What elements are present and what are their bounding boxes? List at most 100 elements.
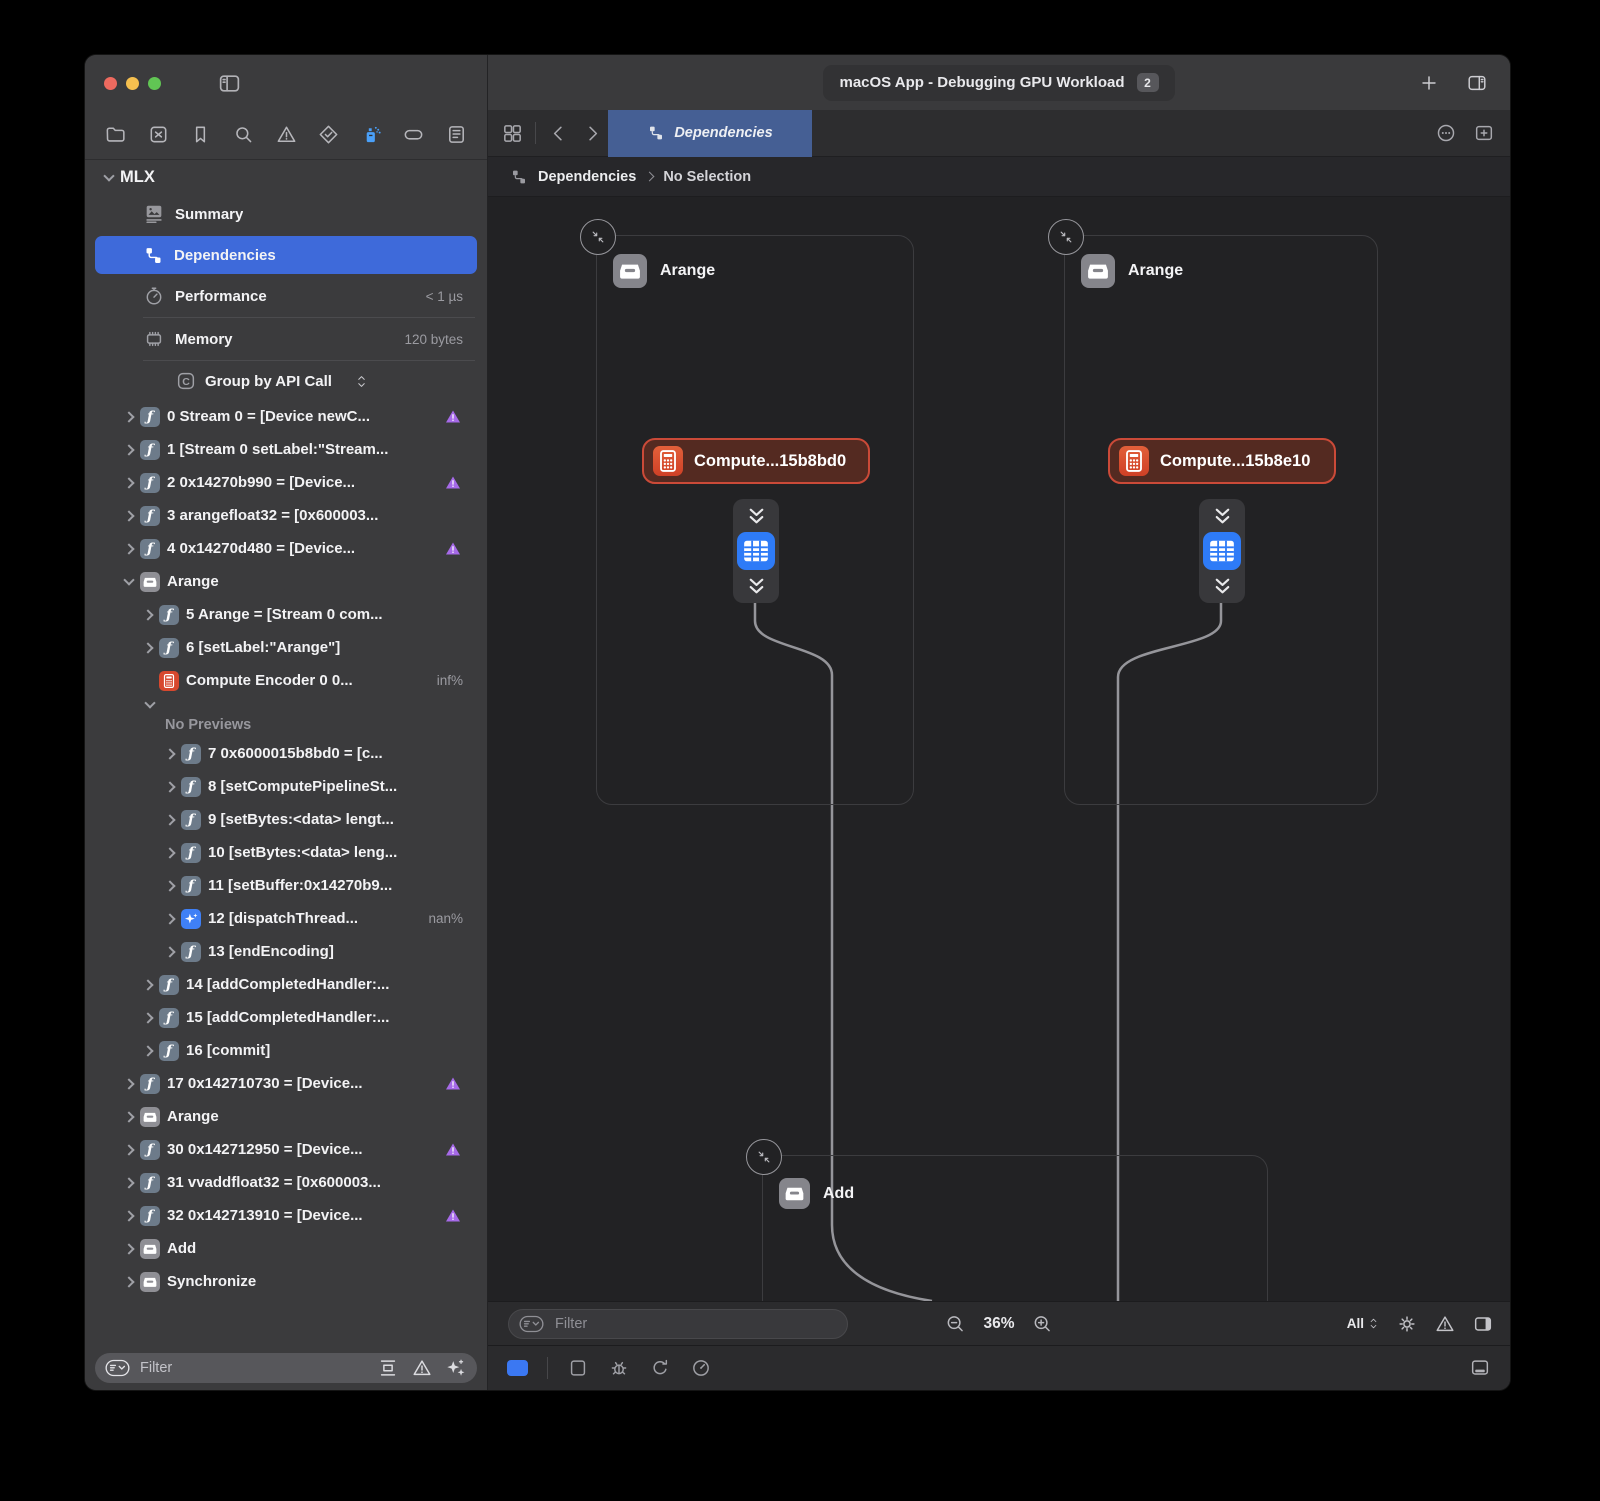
- settings-gear-icon[interactable]: [1396, 1313, 1418, 1335]
- search-navigator-icon[interactable]: [232, 123, 255, 146]
- disclosure-right-icon[interactable]: [164, 880, 175, 891]
- bookmark-navigator-icon[interactable]: [189, 123, 212, 146]
- counters-navigator-icon[interactable]: [147, 123, 170, 146]
- sidebar-tree-row[interactable]: ƒ2 0x14270b990 = [Device...: [85, 466, 487, 499]
- breadcrumb-item-dependencies[interactable]: Dependencies: [538, 169, 636, 185]
- filter-menu-icon[interactable]: [105, 1359, 130, 1377]
- test-navigator-icon[interactable]: [317, 123, 340, 146]
- sidebar-tree-row[interactable]: ƒ3 arangefloat32 = [0x600003...: [85, 499, 487, 532]
- report-navigator-icon[interactable]: [445, 123, 468, 146]
- collapse-group-button[interactable]: [746, 1139, 782, 1175]
- disclosure-right-icon[interactable]: [123, 510, 134, 521]
- disclosure-down-icon[interactable]: [103, 170, 114, 181]
- disclosure-right-icon[interactable]: [123, 1078, 134, 1089]
- back-chevron-icon[interactable]: [547, 122, 570, 145]
- disclosure-right-icon[interactable]: [123, 477, 134, 488]
- related-items-grid-icon[interactable]: [501, 122, 524, 145]
- disclosure-right-icon[interactable]: [123, 543, 134, 554]
- forward-chevron-icon[interactable]: [581, 122, 604, 145]
- sidebar-tree-row[interactable]: Arange: [85, 1100, 487, 1133]
- sidebar-tree-row[interactable]: 12 [dispatchThread...nan%: [85, 902, 487, 935]
- group-box-arange-right[interactable]: Arange Compute...15b8e10: [1064, 235, 1378, 805]
- disclosure-right-icon[interactable]: [123, 1111, 134, 1122]
- sidebar-tree-row[interactable]: ƒ5 Arange = [Stream 0 com...: [85, 598, 487, 631]
- sidebar-tree-row[interactable]: ƒ16 [commit]: [85, 1034, 487, 1067]
- sidebar-toggle-icon[interactable]: [217, 71, 242, 96]
- disclosure-right-icon[interactable]: [123, 1144, 134, 1155]
- sidebar-tree-row[interactable]: ƒ8 [setComputePipelineSt...: [85, 770, 487, 803]
- sidebar-tree-row[interactable]: ƒ30 0x142712950 = [Device...: [85, 1133, 487, 1166]
- sidebar-tree-row[interactable]: No Previews: [85, 712, 487, 737]
- refresh-capture-icon[interactable]: [649, 1357, 671, 1379]
- sidebar-group-mlx[interactable]: MLX: [85, 160, 487, 194]
- sidebar-tree-row[interactable]: [85, 697, 487, 712]
- group-box-arange-left[interactable]: Arange Compute...15b8bd0: [596, 235, 914, 805]
- group-box-add[interactable]: Add: [762, 1155, 1268, 1301]
- warning-filter-icon[interactable]: [411, 1357, 433, 1379]
- buffer-grid-icon[interactable]: [737, 532, 775, 570]
- graph-view-mode-button[interactable]: [507, 1360, 528, 1376]
- sidebar-tree-row[interactable]: ƒ17 0x142710730 = [Device...: [85, 1067, 487, 1100]
- disclosure-down-icon[interactable]: [123, 574, 134, 585]
- sidebar-item-summary[interactable]: Summary: [85, 194, 487, 234]
- sidebar-item-performance[interactable]: Performance< 1 µs: [85, 276, 487, 316]
- sidebar-tree-row[interactable]: ƒ32 0x142713910 = [Device...: [85, 1199, 487, 1232]
- sidebar-tree-row[interactable]: Add: [85, 1232, 487, 1265]
- sidebar-tree-row[interactable]: ƒ4 0x14270d480 = [Device...: [85, 532, 487, 565]
- sidebar-item-dependencies[interactable]: Dependencies: [95, 236, 477, 274]
- sidebar-tree-row[interactable]: ƒ6 [setLabel:"Arange"]: [85, 631, 487, 664]
- sidebar-tree-row[interactable]: ƒ7 0x6000015b8bd0 = [c...: [85, 737, 487, 770]
- sidebar-tree-row[interactable]: ƒ1 [Stream 0 setLabel:"Stream...: [85, 433, 487, 466]
- new-tab-plus-icon[interactable]: [1418, 72, 1440, 94]
- disclosure-right-icon[interactable]: [164, 781, 175, 792]
- flatten-view-toggle-icon[interactable]: [567, 1357, 589, 1379]
- disclosure-right-icon[interactable]: [123, 411, 134, 422]
- issues-warning-icon[interactable]: [1434, 1313, 1456, 1335]
- buffer-grid-icon[interactable]: [1203, 532, 1241, 570]
- sidebar-item-memory[interactable]: Memory120 bytes: [85, 319, 487, 359]
- debug-bug-icon[interactable]: [608, 1357, 630, 1379]
- disclosure-right-icon[interactable]: [123, 1243, 134, 1254]
- compute-encoder-node[interactable]: Compute...15b8e10: [1108, 438, 1336, 484]
- zoom-in-icon[interactable]: [1032, 1313, 1054, 1335]
- group-by-api-call-popup[interactable]: CGroup by API Call: [85, 362, 487, 400]
- disclosure-right-icon[interactable]: [164, 946, 175, 957]
- disclosure-right-icon[interactable]: [164, 748, 175, 759]
- disclosure-down-icon[interactable]: [144, 697, 155, 708]
- sparkles-icon[interactable]: [445, 1357, 467, 1379]
- issues-navigator-icon[interactable]: [275, 123, 298, 146]
- sidebar-filter-input[interactable]: [138, 1359, 369, 1377]
- disclosure-right-icon[interactable]: [123, 1276, 134, 1287]
- sidebar-tree-row[interactable]: Compute Encoder 0 0...inf%: [85, 664, 487, 697]
- disclosure-right-icon[interactable]: [142, 1012, 153, 1023]
- disclosure-right-icon[interactable]: [123, 1210, 134, 1221]
- add-editor-icon[interactable]: [1473, 122, 1495, 144]
- collapse-group-button[interactable]: [580, 219, 616, 255]
- minimize-window-button[interactable]: [126, 77, 139, 90]
- canvas-filter-input[interactable]: [553, 1315, 837, 1333]
- ellipsis-circle-icon[interactable]: [1435, 122, 1457, 144]
- sidebar-tree-row[interactable]: ƒ14 [addCompletedHandler:...: [85, 968, 487, 1001]
- close-window-button[interactable]: [104, 77, 117, 90]
- inspector-panel-icon[interactable]: [1472, 1313, 1494, 1335]
- sidebar-tree-row[interactable]: ƒ15 [addCompletedHandler:...: [85, 1001, 487, 1034]
- sidebar-tree-row[interactable]: ƒ31 vvaddfloat32 = [0x600003...: [85, 1166, 487, 1199]
- editor-layout-icon[interactable]: [1466, 72, 1488, 94]
- sidebar-tree-row[interactable]: ƒ11 [setBuffer:0x14270b9...: [85, 869, 487, 902]
- zoom-window-button[interactable]: [148, 77, 161, 90]
- resource-pill[interactable]: [733, 499, 779, 603]
- tab-dependencies[interactable]: Dependencies: [608, 110, 812, 157]
- folder-navigator-icon[interactable]: [104, 123, 127, 146]
- sidebar-tree-row[interactable]: ƒ10 [setBytes:<data> leng...: [85, 836, 487, 869]
- disclosure-right-icon[interactable]: [164, 913, 175, 924]
- display-icon[interactable]: [1469, 1357, 1491, 1379]
- sidebar-filter-field[interactable]: [95, 1353, 477, 1383]
- window-title-tab[interactable]: macOS App - Debugging GPU Workload 2: [823, 65, 1174, 101]
- disclosure-right-icon[interactable]: [123, 1177, 134, 1188]
- zoom-out-icon[interactable]: [944, 1313, 966, 1335]
- align-bottom-icon[interactable]: [377, 1357, 399, 1379]
- sidebar-tree-row[interactable]: ƒ9 [setBytes:<data> lengt...: [85, 803, 487, 836]
- profile-gauge-icon[interactable]: [690, 1357, 712, 1379]
- sidebar-tree-row[interactable]: ƒ0 Stream 0 = [Device newC...: [85, 400, 487, 433]
- collapse-group-button[interactable]: [1048, 219, 1084, 255]
